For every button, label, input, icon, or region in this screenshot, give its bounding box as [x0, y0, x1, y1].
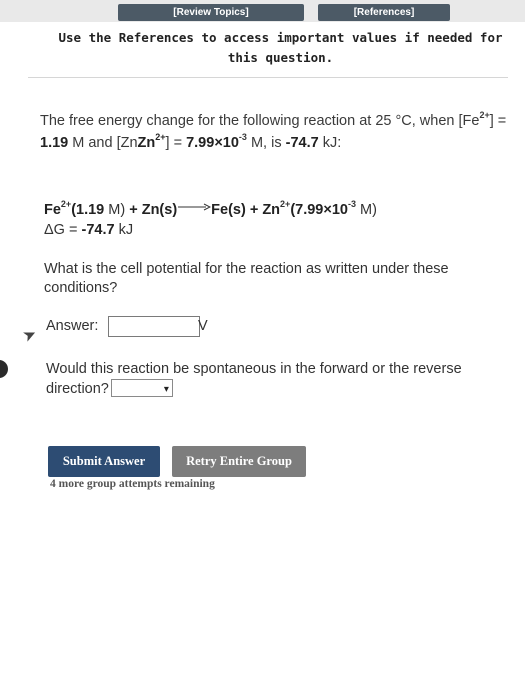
- reaction-arrow-icon: [177, 197, 212, 217]
- attempts-remaining: 4 more group attempts remaining: [50, 478, 215, 490]
- pointer-cursor-icon: ➤: [20, 324, 40, 346]
- question-spontaneity: Would this reaction be spontaneous in th…: [46, 361, 462, 397]
- submit-answer-button[interactable]: Submit Answer: [48, 446, 160, 477]
- top-toolbar: [Review Topics] [References]: [0, 0, 525, 22]
- references-link[interactable]: [References]: [318, 4, 450, 21]
- unit-label: V: [198, 318, 208, 334]
- question-cell-potential: What is the cell potential for the react…: [44, 261, 449, 296]
- references-notice: Use the References to access important v…: [58, 30, 503, 65]
- edge-badge: [0, 360, 8, 378]
- answer-label: Answer:: [46, 318, 99, 334]
- review-topics-link[interactable]: [Review Topics]: [118, 4, 304, 21]
- problem-statement: The free energy change for the following…: [40, 110, 507, 151]
- retry-group-button[interactable]: Retry Entire Group: [172, 446, 306, 477]
- direction-select[interactable]: ▾: [110, 379, 173, 397]
- reaction-equation: Fe2+(1.19 M) + Zn(s) Fe(s) + Zn2+(7.99×10…: [44, 200, 514, 240]
- divider: [28, 77, 508, 78]
- reaction-line: Fe2+(1.19 M) + Zn(s) Fe(s) + Zn2+(7.99×10…: [44, 200, 514, 220]
- chevron-down-icon: ▾: [163, 384, 169, 395]
- answer-input[interactable]: [108, 316, 200, 337]
- delta-g-line: ΔG = -74.7 kJ: [44, 222, 134, 238]
